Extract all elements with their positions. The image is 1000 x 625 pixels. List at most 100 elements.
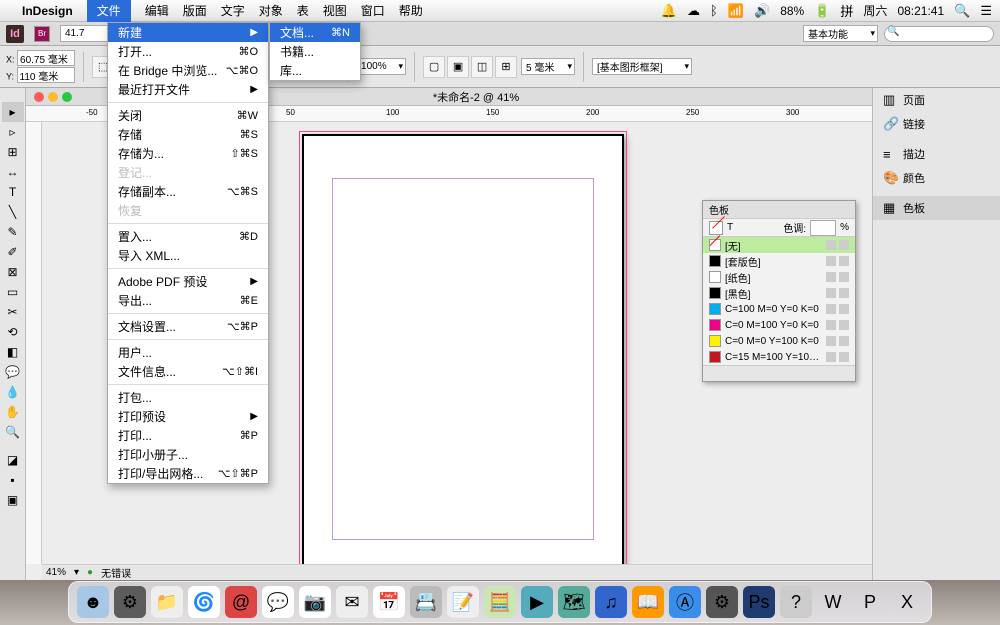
pencil-tool-icon[interactable]: ✐ — [2, 242, 24, 262]
direct-selection-tool-icon[interactable]: ▹ — [2, 122, 24, 142]
panel-button[interactable]: ▦色板 — [873, 196, 1000, 220]
menu-type[interactable]: 文字 — [221, 2, 245, 19]
dock-app-icon[interactable]: 🌀 — [188, 586, 220, 618]
panel-button[interactable]: 🎨颜色 — [873, 166, 1000, 190]
type-toggle-icon[interactable]: T — [727, 222, 733, 233]
menu-item[interactable]: 打印/导出网格...⌥⇧⌘P — [108, 464, 268, 483]
menu-item[interactable]: 用户... — [108, 343, 268, 362]
wifi-icon[interactable]: 📶 — [728, 3, 744, 19]
menu-item[interactable]: 登记... — [108, 163, 268, 182]
selection-tool-icon[interactable]: ▸ — [2, 102, 24, 122]
panel-button[interactable]: ▥页面 — [873, 88, 1000, 112]
size-dropdown[interactable]: 5 毫米 — [521, 58, 575, 75]
tool-icon[interactable]: ▣ — [447, 56, 469, 78]
x-coord-input[interactable] — [17, 50, 75, 66]
list-icon[interactable]: ☰ — [980, 3, 992, 19]
input-icon[interactable]: 拼 — [840, 1, 853, 20]
zoom-pct-dropdown[interactable]: 100% — [356, 58, 406, 75]
workspace-dropdown[interactable]: 基本功能 — [803, 25, 878, 42]
rect-tool-icon[interactable]: ▭ — [2, 282, 24, 302]
fill-proxy-icon[interactable] — [709, 221, 723, 235]
dock-app-icon[interactable]: P — [854, 586, 886, 618]
volume-icon[interactable]: 🔊 — [754, 3, 770, 19]
spotlight-icon[interactable]: 🔍 — [954, 3, 970, 19]
menu-item[interactable]: 打印小册子... — [108, 445, 268, 464]
menu-item[interactable]: 打开...⌘O — [108, 42, 268, 61]
dock-app-icon[interactable]: ⚙ — [114, 586, 146, 618]
dock-app-icon[interactable]: 📖 — [632, 586, 664, 618]
minimize-window-icon[interactable] — [48, 92, 58, 102]
fill-stroke-icon[interactable]: ◪ — [2, 450, 24, 470]
menu-item[interactable]: 文件信息...⌥⇧⌘I — [108, 362, 268, 381]
menu-object[interactable]: 对象 — [259, 2, 283, 19]
dock-app-icon[interactable]: 📇 — [410, 586, 442, 618]
dock-app-icon[interactable]: X — [891, 586, 923, 618]
dock-app-icon[interactable]: Ps — [743, 586, 775, 618]
menu-item[interactable]: 最近打开文件▶ — [108, 80, 268, 99]
dock-app-icon[interactable]: 📝 — [447, 586, 479, 618]
menu-layout[interactable]: 版面 — [183, 2, 207, 19]
dock-app-icon[interactable]: ▶ — [521, 586, 553, 618]
swatch-row[interactable]: C=15 M=100 Y=100 K=0 — [703, 349, 855, 365]
battery-icon[interactable]: 🔋 — [814, 3, 830, 19]
dock-app-icon[interactable]: 🗺 — [558, 586, 590, 618]
transform-tool-icon[interactable]: ⟲ — [2, 322, 24, 342]
swatch-row[interactable]: [无] — [703, 237, 855, 253]
submenu-item[interactable]: 书籍... — [270, 42, 360, 61]
search-input[interactable] — [884, 26, 994, 42]
menu-window[interactable]: 窗口 — [361, 2, 385, 19]
swatch-row[interactable]: C=100 M=0 Y=0 K=0 — [703, 301, 855, 317]
submenu-item[interactable]: 库... — [270, 61, 360, 80]
scissors-tool-icon[interactable]: ✂ — [2, 302, 24, 322]
dock-app-icon[interactable]: 🧮 — [484, 586, 516, 618]
gradient-tool-icon[interactable]: ◧ — [2, 342, 24, 362]
app-name[interactable]: InDesign — [22, 4, 73, 18]
rect-frame-tool-icon[interactable]: ⊠ — [2, 262, 24, 282]
tool-icon[interactable]: ⊞ — [495, 56, 517, 78]
menu-file[interactable]: 文件 — [87, 0, 131, 22]
dock-app-icon[interactable]: @ — [225, 586, 257, 618]
frame-type-dropdown[interactable]: [基本图形框架] — [592, 58, 692, 75]
menu-item[interactable]: 关闭⌘W — [108, 106, 268, 125]
color-toggle-icon[interactable]: ▪ — [2, 470, 24, 490]
menu-item[interactable]: 文档设置...⌥⌘P — [108, 317, 268, 336]
menu-item[interactable]: 存储⌘S — [108, 125, 268, 144]
swatch-row[interactable]: [套版色] — [703, 253, 855, 269]
menu-item[interactable]: Adobe PDF 预设▶ — [108, 272, 268, 291]
y-coord-input[interactable] — [17, 67, 75, 83]
note-tool-icon[interactable]: 💬 — [2, 362, 24, 382]
pen-tool-icon[interactable]: ✎ — [2, 222, 24, 242]
menu-item[interactable]: 存储副本...⌥⌘S — [108, 182, 268, 201]
menu-item[interactable]: 存储为...⇧⌘S — [108, 144, 268, 163]
dock-app-icon[interactable]: ✉ — [336, 586, 368, 618]
dock-app-icon[interactable]: Ⓐ — [669, 586, 701, 618]
dock-app-icon[interactable]: ☻ — [77, 586, 109, 618]
swatch-row[interactable]: C=0 M=100 Y=0 K=0 — [703, 317, 855, 333]
dock-app-icon[interactable]: ? — [780, 586, 812, 618]
panel-button[interactable]: ≡描边 — [873, 142, 1000, 166]
close-window-icon[interactable] — [34, 92, 44, 102]
menu-item[interactable]: 打印预设▶ — [108, 407, 268, 426]
cloud-icon[interactable]: ☁ — [687, 3, 700, 19]
dock-app-icon[interactable]: 📷 — [299, 586, 331, 618]
swatch-row[interactable]: [黑色] — [703, 285, 855, 301]
menu-item[interactable]: 导入 XML... — [108, 246, 268, 265]
notification-icon[interactable]: 🔔 — [661, 3, 677, 19]
page-tool-icon[interactable]: ⊞ — [2, 142, 24, 162]
line-tool-icon[interactable]: ╲ — [2, 202, 24, 222]
menu-help[interactable]: 帮助 — [399, 2, 423, 19]
zoom-window-icon[interactable] — [62, 92, 72, 102]
gap-tool-icon[interactable]: ↔ — [2, 162, 24, 182]
menu-table[interactable]: 表 — [297, 2, 309, 19]
swatch-row[interactable]: C=0 M=0 Y=100 K=0 — [703, 333, 855, 349]
status-zoom[interactable]: 41% — [46, 567, 66, 578]
preflight-icon[interactable]: ● — [87, 567, 93, 578]
menu-edit[interactable]: 编辑 — [145, 2, 169, 19]
hand-tool-icon[interactable]: ✋ — [2, 402, 24, 422]
page[interactable] — [302, 134, 624, 580]
view-mode-icon[interactable]: ▣ — [2, 490, 24, 510]
menu-item[interactable]: 新建▶ — [108, 23, 268, 42]
dock-app-icon[interactable]: W — [817, 586, 849, 618]
dock-app-icon[interactable]: ⚙ — [706, 586, 738, 618]
menu-item[interactable]: 在 Bridge 中浏览...⌥⌘O — [108, 61, 268, 80]
